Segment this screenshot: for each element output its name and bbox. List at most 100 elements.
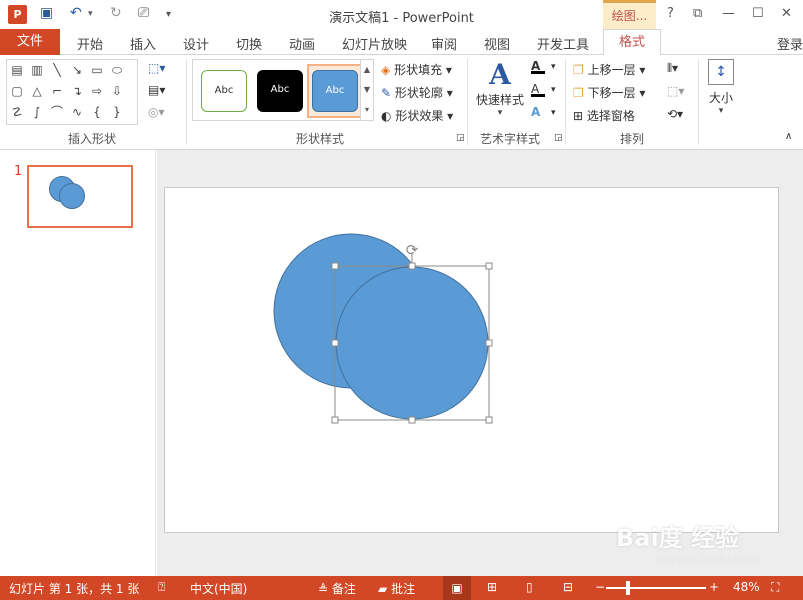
vertical-textbox-shape-icon[interactable]: ▥ <box>29 63 45 77</box>
tab-home[interactable]: 开始 <box>77 34 103 53</box>
edit-shape-icon[interactable]: ⬚▾ <box>148 61 165 75</box>
group-label-arrange: 排列 <box>620 132 645 146</box>
tab-file[interactable]: 文件 <box>0 29 60 55</box>
resize-handle[interactable] <box>485 416 493 424</box>
elbow-connector-shape-icon[interactable]: ⌐ <box>49 84 65 98</box>
reading-view-icon[interactable]: ▯ <box>526 580 533 594</box>
zoom-in-button[interactable]: + <box>709 580 719 594</box>
minimize-button[interactable]: — <box>722 6 735 21</box>
right-arrow-shape-icon[interactable]: ⇨ <box>89 84 105 98</box>
shape-fill-button[interactable]: ◈ 形状填充 ▾ <box>381 61 452 78</box>
spellcheck-icon[interactable]: ⍰ <box>158 580 165 595</box>
slide-count-status[interactable]: 幻灯片 第 1 张，共 1 张 <box>9 580 139 597</box>
line-shape-icon[interactable]: ╲ <box>49 63 65 77</box>
elbow-arrow-shape-icon[interactable]: ↴ <box>69 84 85 98</box>
scribble-shape-icon[interactable]: ∫ <box>29 105 45 119</box>
comment-icon: ▰ <box>378 582 388 596</box>
group-label-shape-styles: 形状样式 <box>296 132 345 146</box>
slide-canvas[interactable]: ⟳ <box>164 187 779 533</box>
normal-view-button[interactable]: ▣ <box>443 576 471 600</box>
ribbon-display-options-button[interactable]: ⧉ <box>693 6 702 21</box>
triangle-shape-icon[interactable]: △ <box>29 84 45 98</box>
send-backward-button[interactable]: ❐ 下移一层 ▾ <box>573 84 645 101</box>
arc-shape-icon[interactable]: ⌒ <box>49 105 65 119</box>
drawing-tools-context-label: 绘图... <box>603 0 656 30</box>
tab-animations[interactable]: 动画 <box>289 34 315 53</box>
curve-shape-icon[interactable]: ∿ <box>69 105 85 119</box>
arrow-line-shape-icon[interactable]: ↘ <box>69 63 85 77</box>
right-brace-shape-icon[interactable]: } <box>109 105 125 119</box>
align-icon[interactable]: ⫴▾ <box>667 61 678 76</box>
rotate-handle-icon[interactable]: ⟳ <box>406 241 419 259</box>
left-brace-shape-icon[interactable]: { <box>89 105 105 119</box>
resize-handle[interactable] <box>485 339 493 347</box>
shape-style-preset-outline[interactable]: Abc <box>201 70 247 112</box>
tab-transitions[interactable]: 切换 <box>236 34 262 53</box>
text-effects-dropdown-icon[interactable]: ▾ <box>551 108 556 118</box>
slide-shapes: ⟳ <box>273 233 493 424</box>
zoom-out-button[interactable]: − <box>595 580 605 594</box>
textbox-shape-icon[interactable]: ▤ <box>9 63 25 77</box>
slideshow-view-icon[interactable]: ⊟ <box>563 580 573 594</box>
group-divider <box>698 59 699 145</box>
comments-button[interactable]: ▰ 批注 <box>378 580 415 597</box>
zoom-slider-track[interactable] <box>606 587 706 589</box>
tab-insert[interactable]: 插入 <box>130 34 156 53</box>
rotate-icon[interactable]: ⟲▾ <box>667 107 683 121</box>
quick-styles-button[interactable]: A 快速样式 ▾ <box>474 59 526 125</box>
rectangle-shape-icon[interactable]: ▭ <box>89 63 105 77</box>
shape-outline-button[interactable]: ✎ 形状轮廓 ▾ <box>381 84 453 101</box>
fit-to-window-icon[interactable]: ⛶ <box>771 580 779 595</box>
text-effects-icon[interactable]: A <box>531 105 540 119</box>
signin-link[interactable]: 登录 <box>777 34 803 53</box>
slide-sorter-view-icon[interactable]: ⊞ <box>487 580 497 594</box>
tab-review[interactable]: 审阅 <box>431 34 457 53</box>
maximize-button[interactable]: ☐ <box>752 6 764 21</box>
tab-format[interactable]: 格式 <box>603 29 661 56</box>
resize-handle[interactable] <box>408 262 416 270</box>
text-fill-icon[interactable]: A <box>531 59 545 74</box>
resize-handle[interactable] <box>331 339 339 347</box>
ribbon-tabs: 文件 开始 插入 设计 切换 动画 幻灯片放映 审阅 视图 开发工具 格式 登录 <box>0 29 803 56</box>
freeform-shape-icon[interactable]: ☡ <box>9 105 25 119</box>
tab-slideshow[interactable]: 幻灯片放映 <box>342 34 407 53</box>
zoom-slider-thumb[interactable] <box>626 581 630 595</box>
close-button[interactable]: ✕ <box>781 6 792 21</box>
bring-forward-button[interactable]: ❐ 上移一层 ▾ <box>573 61 645 78</box>
merge-shapes-icon[interactable]: ◎▾ <box>148 105 165 119</box>
resize-handle[interactable] <box>485 262 493 270</box>
down-arrow-shape-icon[interactable]: ⇩ <box>109 84 125 98</box>
text-outline-dropdown-icon[interactable]: ▾ <box>551 85 556 95</box>
shape-styles-launcher-icon[interactable]: ◲ <box>456 133 465 143</box>
text-fill-dropdown-icon[interactable]: ▾ <box>551 62 556 72</box>
textbox-icon[interactable]: ▤▾ <box>148 83 165 97</box>
zoom-level[interactable]: 48% <box>733 580 760 594</box>
ribbon: ▤ ▥ ╲ ↘ ▭ ⬭ ▢ △ ⌐ ↴ ⇨ ⇩ ☡ ∫ ⌒ ∿ { } ⬚▾ ▤… <box>0 55 803 150</box>
resize-handle[interactable] <box>408 416 416 424</box>
collapse-ribbon-icon[interactable]: ∧ <box>785 131 792 142</box>
tab-design[interactable]: 设计 <box>183 34 209 53</box>
resize-handle[interactable] <box>331 416 339 424</box>
shape-effects-button[interactable]: ◐ 形状效果 ▾ <box>381 107 453 124</box>
text-outline-icon[interactable]: A <box>531 82 545 97</box>
group-label-insert-shapes: 插入形状 <box>68 132 117 146</box>
size-button[interactable]: ↕ 大小 ▾ <box>704 59 738 125</box>
size-icon: ↕ <box>708 59 734 85</box>
shape-style-preset-blue[interactable]: Abc <box>312 70 358 112</box>
rounded-rectangle-shape-icon[interactable]: ▢ <box>9 84 25 98</box>
slide-thumbnail[interactable] <box>27 165 133 228</box>
help-button[interactable]: ? <box>667 6 674 21</box>
language-status[interactable]: 中文(中国) <box>190 580 247 597</box>
oval-shape-icon[interactable]: ⬭ <box>109 63 125 77</box>
gallery-scroll[interactable]: ▲ ▼ ▾ <box>360 59 374 121</box>
tab-view[interactable]: 视图 <box>484 34 510 53</box>
group-objects-icon[interactable]: ⬚▾ <box>667 84 684 98</box>
group-divider <box>565 59 566 145</box>
resize-handle[interactable] <box>331 262 339 270</box>
notes-button[interactable]: ≜ 备注 <box>318 580 356 597</box>
selection-pane-button[interactable]: ⊞ 选择窗格 <box>573 107 635 124</box>
shape-style-preset-black[interactable]: Abc <box>257 70 303 112</box>
wordart-launcher-icon[interactable]: ◲ <box>554 133 563 143</box>
circle-shape-front[interactable] <box>335 266 489 420</box>
tab-developer[interactable]: 开发工具 <box>537 34 589 53</box>
